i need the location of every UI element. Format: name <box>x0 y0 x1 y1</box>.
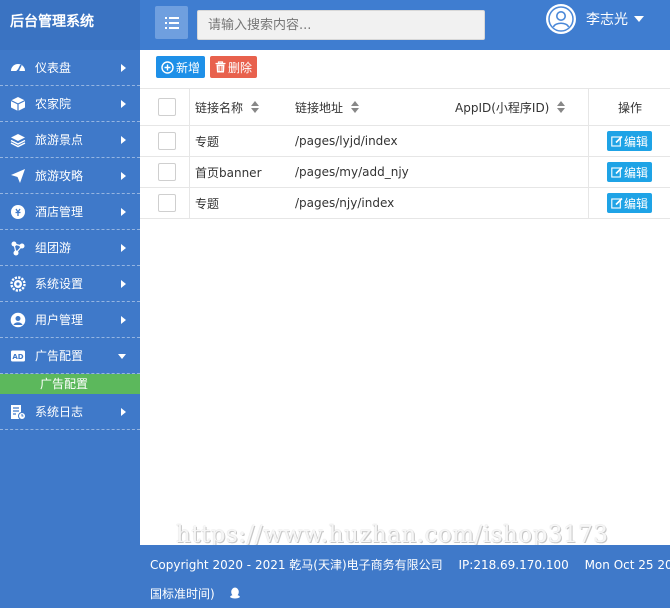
table-row: 首页banner /pages/my/add_njy 编辑 <box>140 157 670 188</box>
table-row: 专题 /pages/lyjd/index 编辑 <box>140 126 670 157</box>
chevron-right-icon <box>121 408 126 416</box>
footer-time: Mon Oct 25 2021 1 <box>584 558 670 572</box>
sort-icon <box>557 101 566 113</box>
gear-icon <box>10 275 26 292</box>
sidebar-item-group-tour[interactable]: 组团游 <box>0 230 140 266</box>
sidebar-item-hotel[interactable]: 酒店管理 <box>0 194 140 230</box>
caret-down-icon <box>634 16 644 22</box>
share-nodes-icon <box>10 240 26 256</box>
chevron-down-icon <box>118 354 126 359</box>
sidebar-item-label: 仪表盘 <box>35 61 72 75</box>
add-button-label: 新增 <box>176 60 201 75</box>
footer-timezone: 国标准时间) <box>150 587 215 601</box>
sidebar: 仪表盘 农家院 旅游景点 旅游攻略 酒店管理 组团游 系统设置 用户管理 AD … <box>0 50 140 608</box>
sidebar-item-ad-config[interactable]: AD 广告配置 <box>0 338 140 374</box>
chevron-right-icon <box>121 64 126 72</box>
row-checkbox[interactable] <box>158 163 176 181</box>
dashboard-icon <box>10 60 26 76</box>
delete-button[interactable]: 删除 <box>210 56 258 78</box>
trash-icon <box>215 61 226 73</box>
sidebar-subitem-ad-config[interactable]: 广告配置 <box>0 374 140 394</box>
edit-icon <box>611 197 623 209</box>
data-table: 链接名称 链接地址 AppID(小程序ID) 操作 专题 /pages/lyjd… <box>140 88 670 219</box>
row-checkbox[interactable] <box>158 194 176 212</box>
sidebar-item-label: 组团游 <box>35 241 72 255</box>
sidebar-item-label: 广告配置 <box>35 349 84 363</box>
footer-info-line: Copyright 2020 - 2021 乾马(天津)电子商务有限公司 IP:… <box>150 556 670 573</box>
sidebar-item-label: 旅游攻略 <box>35 169 84 183</box>
table-row: 专题 /pages/njy/index 编辑 <box>140 188 670 219</box>
sidebar-item-label: 酒店管理 <box>35 205 84 219</box>
sidebar-item-label: 农家院 <box>35 97 72 111</box>
chevron-right-icon <box>121 136 126 144</box>
main-content: 新增 删除 链接名称 链接地址 AppID(小程序ID) 操作 专题 /page… <box>140 50 670 548</box>
sidebar-item-label: 系统设置 <box>35 277 84 291</box>
edit-icon <box>611 135 623 147</box>
plus-circle-icon <box>161 60 174 74</box>
footer-timezone-line: 国标准时间) <box>150 585 241 602</box>
ad-icon: AD <box>10 348 26 364</box>
edit-button[interactable]: 编辑 <box>607 162 653 182</box>
menu-toggle-button[interactable] <box>155 6 188 39</box>
user-menu[interactable]: 李志光 <box>546 4 644 34</box>
money-bag-icon <box>10 204 26 220</box>
toolbar: 新增 删除 <box>156 56 262 78</box>
cell-link-url: /pages/my/add_njy <box>295 165 409 179</box>
list-icon <box>164 16 179 29</box>
edit-button[interactable]: 编辑 <box>607 193 653 213</box>
sidebar-item-users[interactable]: 用户管理 <box>0 302 140 338</box>
cell-link-name: 专题 <box>195 134 220 149</box>
log-icon <box>10 404 26 420</box>
chevron-right-icon <box>121 208 126 216</box>
brand-title: 后台管理系统 <box>0 0 140 50</box>
sidebar-item-farmhouse[interactable]: 农家院 <box>0 86 140 122</box>
top-header: 后台管理系统 李志光 <box>0 0 670 50</box>
sidebar-item-system-log[interactable]: 系统日志 <box>0 394 140 430</box>
add-button[interactable]: 新增 <box>156 56 206 78</box>
cell-link-name: 首页banner <box>195 165 262 180</box>
column-header-url[interactable]: 链接地址 <box>295 89 360 125</box>
chevron-right-icon <box>121 100 126 108</box>
footer-ip: IP:218.69.170.100 <box>458 558 569 572</box>
table-header-row: 链接名称 链接地址 AppID(小程序ID) 操作 <box>140 89 670 126</box>
sidebar-item-settings[interactable]: 系统设置 <box>0 266 140 302</box>
sidebar-item-label: 系统日志 <box>35 405 84 419</box>
sort-icon <box>251 101 260 113</box>
cell-link-url: /pages/lyjd/index <box>295 134 398 148</box>
footer-copyright: Copyright 2020 - 2021 乾马(天津)电子商务有限公司 <box>150 558 443 572</box>
sidebar-item-travel-guide[interactable]: 旅游攻略 <box>0 158 140 194</box>
sidebar-item-attractions[interactable]: 旅游景点 <box>0 122 140 158</box>
sort-icon <box>351 101 360 113</box>
search-input[interactable] <box>197 10 485 40</box>
user-name: 李志光 <box>586 12 628 28</box>
column-header-name[interactable]: 链接名称 <box>195 89 260 125</box>
delete-button-label: 删除 <box>228 60 253 75</box>
sidebar-item-label: 旅游景点 <box>35 133 84 147</box>
edit-button[interactable]: 编辑 <box>607 131 653 151</box>
chevron-right-icon <box>121 172 126 180</box>
row-checkbox[interactable] <box>158 132 176 150</box>
qq-icon <box>229 587 241 600</box>
sidebar-item-dashboard[interactable]: 仪表盘 <box>0 50 140 86</box>
select-all-checkbox[interactable] <box>158 98 176 116</box>
user-icon <box>10 312 26 328</box>
sidebar-item-label: 用户管理 <box>35 313 84 327</box>
cell-link-name: 专题 <box>195 196 220 211</box>
chevron-right-icon <box>121 280 126 288</box>
column-header-actions: 操作 <box>618 100 643 115</box>
svg-text:AD: AD <box>12 353 23 361</box>
column-header-appid[interactable]: AppID(小程序ID) <box>455 89 566 125</box>
chevron-right-icon <box>121 244 126 252</box>
cube-icon <box>10 96 26 112</box>
chevron-right-icon <box>121 316 126 324</box>
edit-icon <box>611 166 623 178</box>
cell-link-url: /pages/njy/index <box>295 196 395 210</box>
footer: Copyright 2020 - 2021 乾马(天津)电子商务有限公司 IP:… <box>140 545 670 608</box>
user-avatar-icon <box>548 6 574 32</box>
avatar <box>546 4 576 34</box>
layers-icon <box>10 132 26 148</box>
paper-plane-icon <box>10 168 26 184</box>
